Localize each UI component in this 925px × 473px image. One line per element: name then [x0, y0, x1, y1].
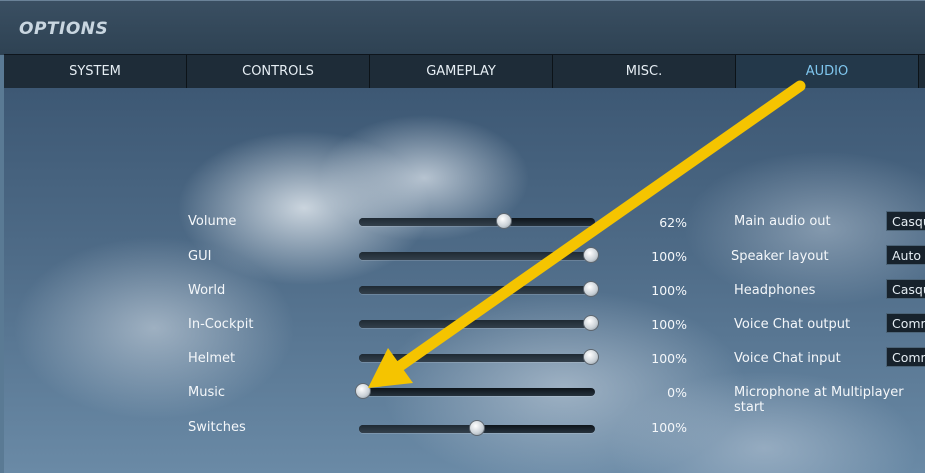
options-window: OPTIONS SYSTEM CONTROLS GAMEPLAY MISC. A…: [0, 0, 925, 473]
annotation-arrow: [368, 80, 806, 388]
arrow-shaft: [394, 80, 806, 372]
